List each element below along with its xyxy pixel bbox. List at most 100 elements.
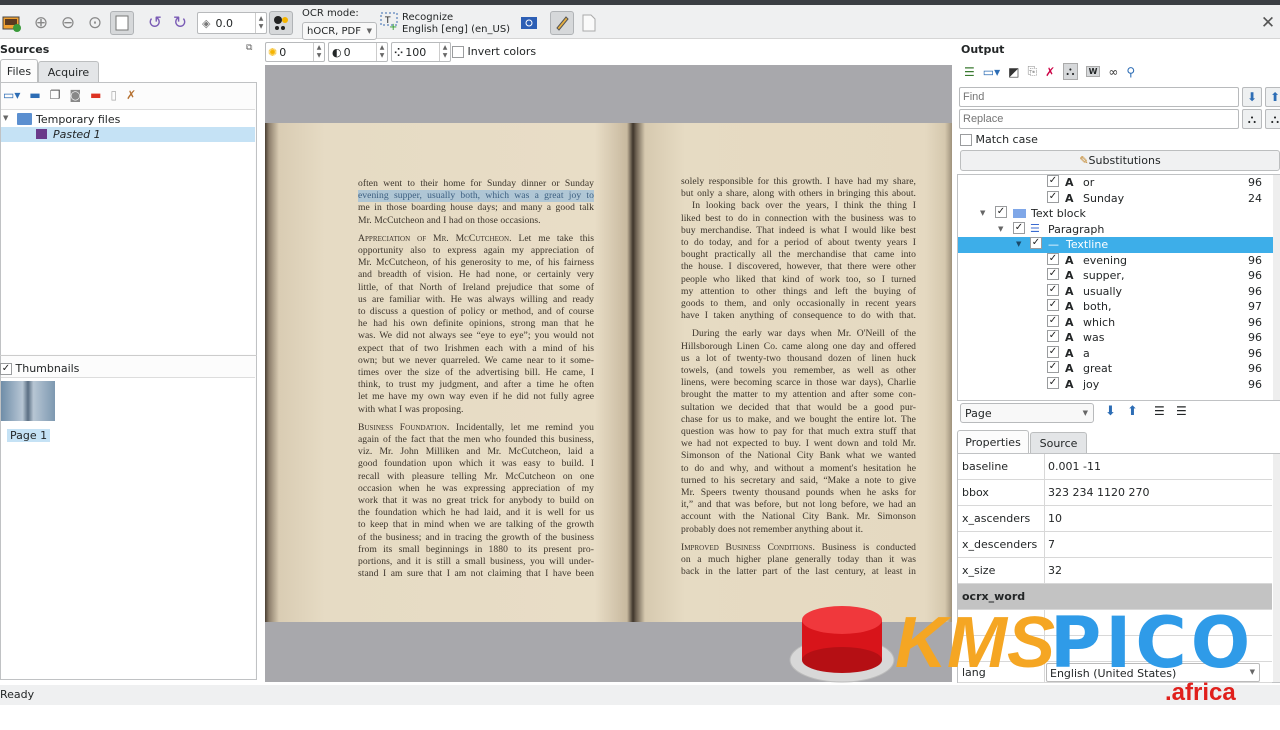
- resolution-spinbox[interactable]: ⁘ 100 ▲ ▼: [391, 42, 451, 62]
- tree-item-word[interactable]: ✓ Aa 96: [958, 345, 1273, 362]
- language-flag-icon[interactable]: [517, 11, 541, 35]
- tab-source[interactable]: Source: [1030, 432, 1087, 454]
- export-icon[interactable]: ◩: [1008, 65, 1019, 79]
- paste-icon[interactable]: ❐: [50, 88, 61, 102]
- collapse-all-icon[interactable]: ☰: [1176, 404, 1187, 418]
- remove-icon[interactable]: ▬: [90, 88, 101, 102]
- replace-button[interactable]: ⛬: [1242, 109, 1262, 129]
- tree-item-temporary-files[interactable]: ▼ Temporary files: [1, 112, 255, 128]
- tree-item-pasted[interactable]: Pasted 1: [1, 127, 255, 142]
- page-thumbnail[interactable]: [1, 381, 55, 421]
- word-checkbox[interactable]: ✓: [1047, 283, 1059, 296]
- settings-tools-icon[interactable]: ✕: [1256, 11, 1280, 35]
- thumbnails-toggle[interactable]: ✓ Thumbnails: [0, 362, 79, 375]
- rotation-spinbox[interactable]: ◈ 0.0 ▲ ▼: [197, 12, 267, 34]
- find-replace-toggle-icon[interactable]: ⛬: [1063, 63, 1078, 80]
- open-folder-icon[interactable]: ▬: [29, 88, 40, 102]
- zoom-out-icon[interactable]: ⊖: [56, 11, 80, 35]
- replace-all-button[interactable]: ⛬: [1265, 109, 1280, 129]
- property-row[interactable]: x_ascenders 10: [958, 506, 1272, 532]
- expand-arrow-icon[interactable]: ▼: [998, 225, 1003, 233]
- property-row[interactable]: x_descenders 7: [958, 532, 1272, 558]
- zoom-original-icon[interactable]: ⊙: [83, 11, 107, 35]
- float-panel-icon[interactable]: ⧉: [246, 43, 252, 53]
- recognize-icon: T+: [380, 12, 398, 30]
- contrast-spinbox[interactable]: ◐ 0 ▲ ▼: [328, 42, 388, 62]
- expand-all-icon[interactable]: ☰: [1154, 404, 1165, 418]
- save-icon[interactable]: ▭▾: [983, 65, 1000, 79]
- text-line: solely responsible for this growth. I ha…: [681, 176, 916, 187]
- word-checkbox[interactable]: ✓: [1047, 175, 1059, 187]
- tree-item-word[interactable]: ✓ Awas 96: [958, 330, 1273, 346]
- navigate-select[interactable]: Page ▼: [960, 403, 1094, 423]
- document-icon[interactable]: [577, 11, 601, 35]
- link-icon[interactable]: ∞: [1108, 65, 1118, 79]
- prev-item-icon[interactable]: ⬆: [1127, 404, 1138, 419]
- splitter-handle[interactable]: [0, 355, 257, 358]
- tree-scrollbar[interactable]: [1273, 175, 1280, 400]
- edit-output-icon[interactable]: [550, 11, 574, 35]
- screenshot-icon[interactable]: ◙: [69, 88, 81, 102]
- tree-item-word[interactable]: ✓ A Sunday 24: [958, 190, 1273, 207]
- text-line: the foundation which he had laid, and it…: [358, 507, 594, 518]
- tree-item-text-block[interactable]: ▼ ✓ Text block: [958, 206, 1273, 222]
- find-input[interactable]: [959, 87, 1239, 107]
- tree-item-word[interactable]: ✓ Awhich 96: [958, 314, 1273, 331]
- word-confidence-icon[interactable]: W: [1085, 66, 1101, 77]
- text-line: Simonson of the National City Bank what …: [681, 450, 916, 461]
- open-file-icon[interactable]: ▭▾: [3, 88, 20, 102]
- tree-item-word[interactable]: ✓ Ausually 96: [958, 283, 1273, 300]
- append-mode-icon[interactable]: ☰: [964, 65, 975, 79]
- word-checkbox[interactable]: ✓: [1047, 268, 1059, 280]
- brightness-spinbox[interactable]: ✺ 0 ▲ ▼: [265, 42, 325, 62]
- next-item-icon[interactable]: ⬇: [1105, 404, 1116, 419]
- text-line: to discuss a question of policy or metho…: [358, 306, 594, 317]
- word-checkbox[interactable]: ✓: [1047, 376, 1059, 389]
- rotate-left-icon[interactable]: ↺: [143, 11, 167, 35]
- tree-item-paragraph[interactable]: ▼ ✓ ☰ Paragraph: [958, 221, 1273, 238]
- word-checkbox[interactable]: ✓: [1047, 345, 1059, 358]
- property-row[interactable]: bbox 323 234 1120 270: [958, 480, 1272, 506]
- delete-icon[interactable]: ▯: [110, 88, 117, 102]
- replace-input[interactable]: [959, 109, 1239, 129]
- zoom-in-icon[interactable]: ⊕: [29, 11, 53, 35]
- ocr-mode-select[interactable]: hOCR, PDF ▼: [302, 22, 377, 40]
- find-prev-button[interactable]: ⬆: [1265, 87, 1280, 107]
- word-checkbox[interactable]: ✓: [1047, 190, 1059, 203]
- property-row[interactable]: x_size 32: [958, 558, 1272, 584]
- expand-arrow-icon[interactable]: ▼: [3, 114, 8, 122]
- tree-item-word[interactable]: ✓ Agreat 96: [958, 361, 1273, 377]
- substitutions-button[interactable]: ✎ Substitutions: [960, 150, 1280, 171]
- find-next-button[interactable]: ⬇: [1242, 87, 1262, 107]
- invert-colors-checkbox[interactable]: Invert colors: [452, 45, 536, 58]
- rotate-right-icon[interactable]: ↻: [168, 11, 192, 35]
- clear-icon[interactable]: ✗: [126, 88, 136, 102]
- word-checkbox[interactable]: ✓: [1047, 299, 1059, 311]
- best-fit-icon[interactable]: [110, 11, 134, 35]
- tree-item-word[interactable]: ✓ Aor 96: [958, 175, 1273, 191]
- expand-arrow-icon[interactable]: ▼: [980, 209, 985, 217]
- preview-icon[interactable]: ⚲: [1126, 65, 1135, 79]
- tree-item-word[interactable]: ✓ Aevening 96: [958, 252, 1273, 269]
- import-icon[interactable]: ⎘: [1027, 64, 1037, 79]
- tree-item-textline[interactable]: ▼ ✓ — Textline: [958, 237, 1273, 253]
- tree-item-word[interactable]: ✓ Aboth, 97: [958, 299, 1273, 315]
- tab-acquire[interactable]: Acquire: [38, 61, 99, 83]
- image-controls-icon[interactable]: [269, 11, 293, 35]
- add-image-icon[interactable]: [0, 11, 24, 35]
- word-checkbox[interactable]: ✓: [1047, 330, 1059, 342]
- word-checkbox[interactable]: ✓: [1047, 252, 1059, 265]
- clear-output-icon[interactable]: ✗: [1045, 65, 1055, 79]
- tab-files[interactable]: Files: [0, 59, 38, 83]
- tree-item-word[interactable]: ✓ Ajoy 96: [958, 376, 1273, 393]
- tree-item-word[interactable]: ✓ Asupper, 96: [958, 268, 1273, 284]
- recognize-button[interactable]: T + Recognize English [eng] (en_US): [380, 11, 520, 39]
- section-heading: Appreciation of Mr. McCutcheon.: [358, 233, 512, 244]
- tab-properties[interactable]: Properties: [957, 430, 1029, 454]
- word-checkbox[interactable]: ✓: [1047, 361, 1059, 373]
- property-row[interactable]: baseline 0.001 -11: [958, 454, 1272, 480]
- kmspico-watermark: KMS PICO .africa: [789, 602, 1250, 705]
- match-case-checkbox[interactable]: Match case: [960, 133, 1038, 146]
- word-checkbox[interactable]: ✓: [1047, 314, 1059, 327]
- expand-arrow-icon[interactable]: ▼: [1016, 240, 1021, 248]
